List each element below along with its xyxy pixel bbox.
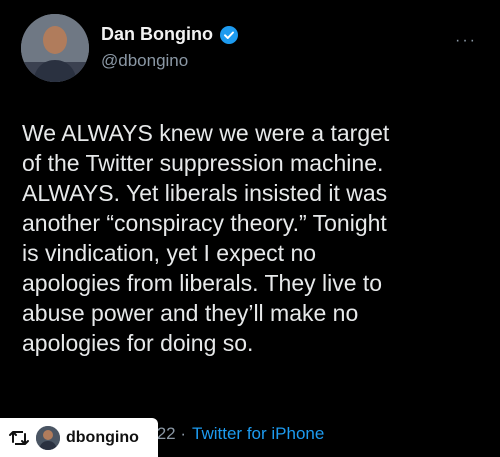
tweet-meta: /22 · Twitter for iPhone [152,424,324,444]
tweet-source[interactable]: Twitter for iPhone [192,424,324,444]
display-name-row: Dan Bongino [101,24,239,45]
repost-avatar [36,425,60,450]
tweet-card: Dan Bongino @dbongino ··· We ALWAYS knew… [0,0,500,457]
more-options-icon[interactable]: ··· [455,32,477,50]
tweet-header: Dan Bongino @dbongino ··· [21,14,481,84]
display-name[interactable]: Dan Bongino [101,24,213,45]
author-handle[interactable]: @dbongino [101,51,239,71]
repost-handle: dbongino [66,428,139,446]
repost-icon [8,428,30,448]
avatar[interactable] [21,14,89,82]
verified-badge-icon [219,25,239,45]
author-names: Dan Bongino @dbongino [101,24,239,71]
repost-badge: dbongino [0,418,158,457]
tweet-text: We ALWAYS knew we were a target of the T… [22,120,390,356]
